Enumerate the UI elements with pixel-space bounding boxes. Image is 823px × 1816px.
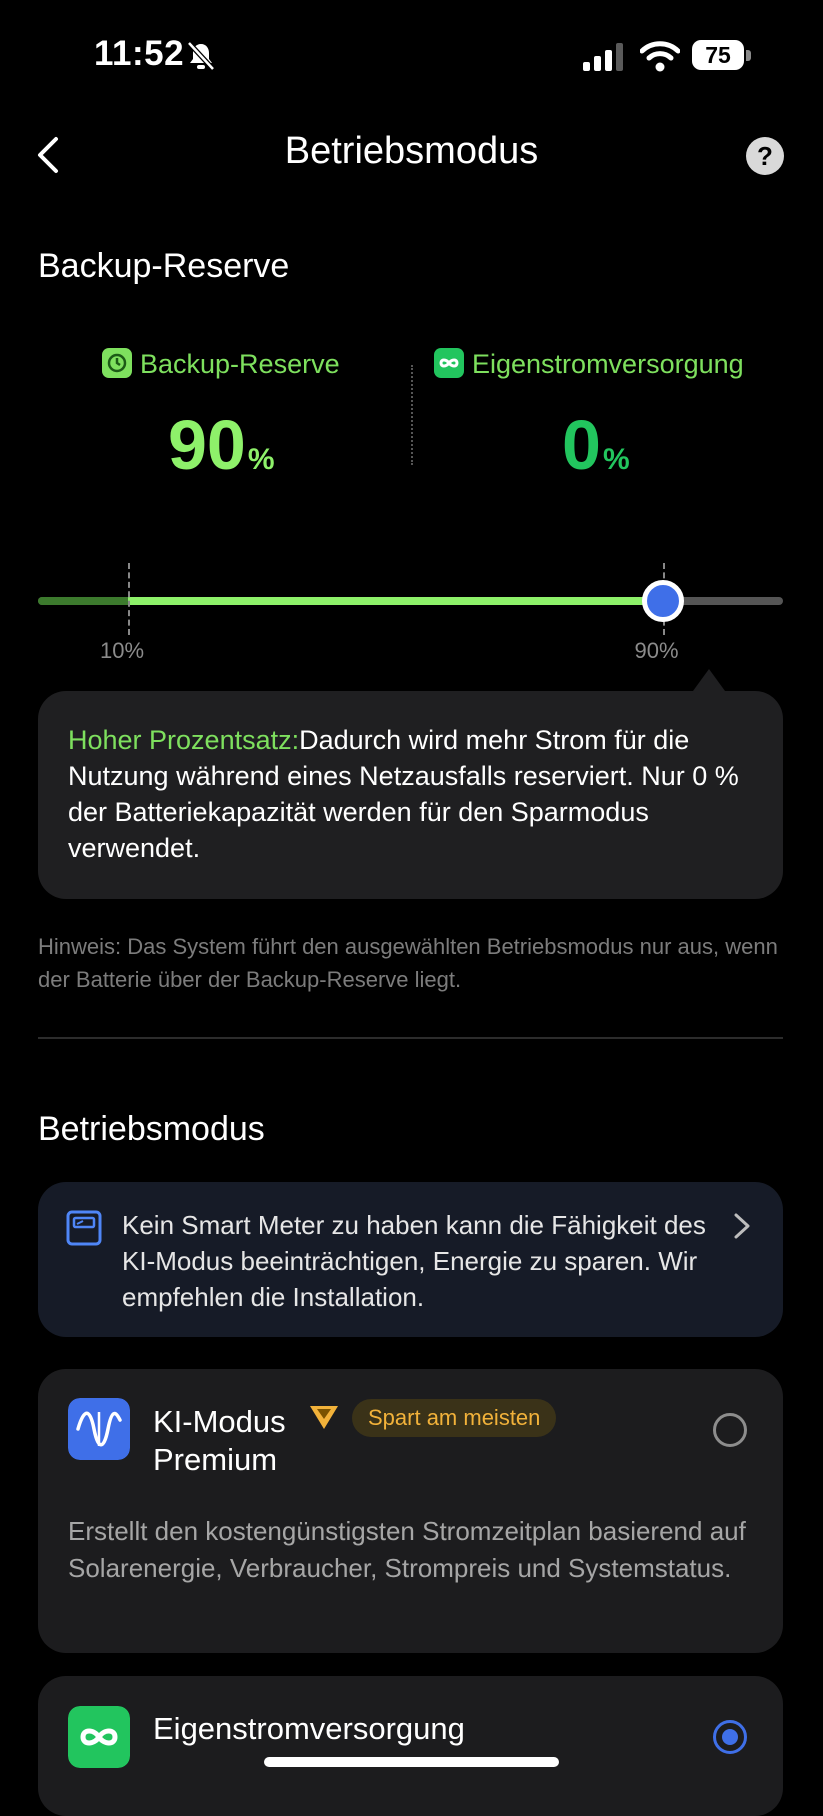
help-button[interactable]: ? (746, 137, 784, 175)
minimum-marker (128, 563, 130, 635)
tooltip-text: Hoher Prozentsatz:Dadurch wird mehr Stro… (68, 722, 758, 866)
section-divider (38, 1037, 783, 1039)
smart-meter-banner-text: Kein Smart Meter zu haben kann die Fähig… (122, 1210, 706, 1312)
ai-mode-icon (68, 1398, 130, 1460)
battery-level: 75 (705, 42, 731, 68)
status-time: 11:52 (94, 34, 185, 73)
mode-section-title: Betriebsmodus (38, 1110, 265, 1148)
self-supply-label-text: Eigenstromversorgung (472, 349, 744, 379)
reserve-label-text: Backup-Reserve (140, 349, 340, 379)
ai-mode-title-line1: KI-Modus (153, 1404, 286, 1439)
reserve-value: 90% (168, 405, 275, 485)
reserve-value-number: 90 (168, 406, 246, 484)
ai-mode-title: KI-Modus Premium (153, 1403, 286, 1479)
bell-muted-icon (187, 41, 215, 71)
self-supply-value: 0% (562, 405, 630, 485)
cellular-signal-icon (583, 43, 623, 71)
backup-section-title: Backup-Reserve (38, 247, 290, 285)
value-label: 90% (634, 638, 679, 663)
self-supply-icon (68, 1706, 130, 1768)
ai-mode-title-line2: Premium (153, 1442, 278, 1477)
reserve-slider-fill (128, 597, 663, 605)
self-supply-value-unit: % (602, 443, 630, 476)
reserve-label: Backup-Reserve (102, 348, 340, 380)
most-savings-badge: Spart am meisten (352, 1399, 557, 1437)
home-indicator[interactable] (264, 1757, 559, 1767)
reserve-slider-handle[interactable] (641, 580, 684, 622)
self-supply-title: Eigenstromversorgung (153, 1711, 465, 1746)
backup-clock-icon (102, 348, 132, 378)
stats-divider (411, 365, 413, 465)
self-supply-value-number: 0 (562, 406, 601, 484)
tooltip-highlight: Hoher Prozentsatz: (68, 725, 300, 755)
wifi-icon (640, 41, 680, 72)
self-supply-label: Eigenstromversorgung (434, 348, 744, 380)
tooltip-arrow (693, 669, 725, 691)
page-title: Betriebsmodus (284, 130, 539, 172)
chevron-right-icon[interactable] (733, 1212, 751, 1240)
reserve-value-unit: % (247, 443, 275, 476)
minimum-label: 10% (100, 638, 145, 663)
ai-mode-radio[interactable] (713, 1413, 747, 1447)
ai-mode-description: Erstellt den kostengünstigsten Stromzeit… (68, 1516, 746, 1583)
reserve-slider-minimum-zone (38, 597, 128, 605)
self-supply-radio[interactable] (713, 1720, 747, 1754)
hint-text: Hinweis: Das System führt den ausgewählt… (38, 934, 778, 992)
battery-icon: 75 (692, 40, 752, 72)
smart-meter-icon (66, 1210, 102, 1246)
infinity-icon (434, 348, 464, 378)
premium-diamond-icon (310, 1406, 338, 1429)
